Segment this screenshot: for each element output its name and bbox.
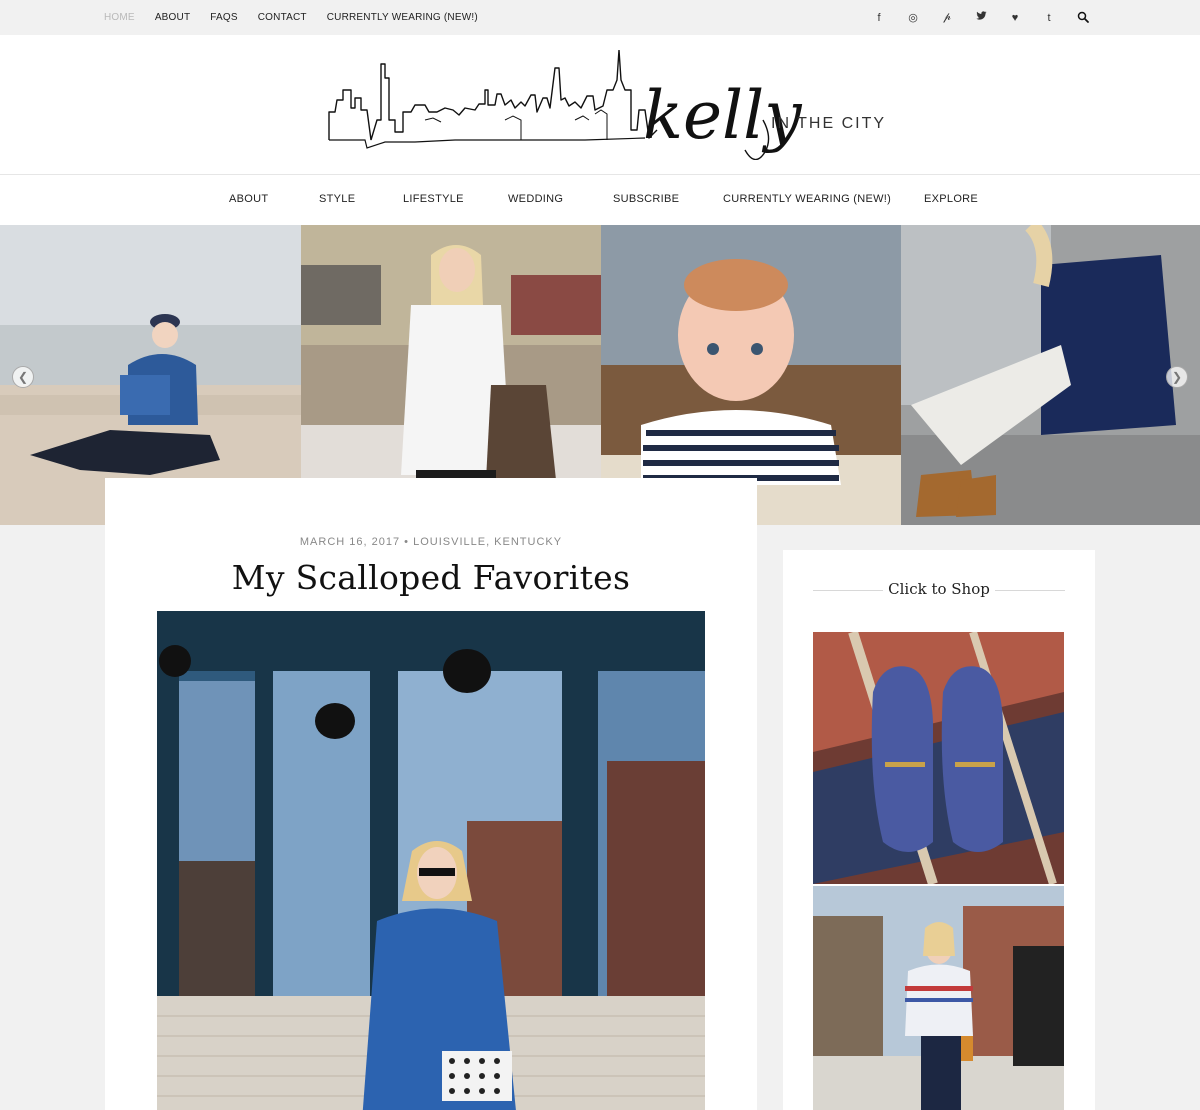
main-nav: ABOUT STYLE LIFESTYLE WEDDING SUBSCRIBE … [0,175,1200,225]
post-meta: MARCH 16, 2017 • LOUISVILLE, KENTUCKY [105,536,757,548]
pinterest-icon[interactable]: 𝓅 [940,11,954,24]
bloglovin-heart-icon[interactable]: ♥ [1008,12,1022,24]
nav-item-explore[interactable]: EXPLORE [924,193,978,205]
meta-separator: • [404,536,410,548]
slide-navy-top-photo[interactable] [901,225,1200,525]
top-link-faqs[interactable]: FAQS [210,12,237,23]
nav-item-wedding[interactable]: WEDDING [508,193,563,205]
top-link-about[interactable]: ABOUT [155,12,190,23]
tumblr-icon[interactable]: t [1042,12,1056,24]
nav-item-about[interactable]: ABOUT [229,193,268,205]
post-location[interactable]: LOUISVILLE, KENTUCKY [413,536,562,548]
title-divider-right [995,590,1065,591]
site-logo[interactable]: kelly IN THE CITY [325,49,885,161]
site-header: kelly IN THE CITY [0,35,1200,175]
search-icon[interactable] [1076,10,1090,26]
post-date[interactable]: MARCH 16, 2017 [300,536,400,548]
top-link-currently-wearing[interactable]: CURRENTLY WEARING (NEW!) [327,12,478,23]
nav-item-currently-wearing[interactable]: CURRENTLY WEARING (NEW!) [723,193,891,205]
widget-title: Click to Shop [888,580,990,598]
post-title[interactable]: My Scalloped Favorites [105,558,757,597]
post-card: MARCH 16, 2017 • LOUISVILLE, KENTUCKY My… [105,478,757,1110]
top-links: HOME ABOUT FAQS CONTACT CURRENTLY WEARIN… [104,0,498,35]
shop-item-sweater[interactable] [813,886,1064,1110]
post-featured-image[interactable] [157,611,705,1110]
logo-tagline: IN THE CITY [771,115,885,132]
sidebar-shop-widget: Click to Shop [783,550,1095,1110]
instagram-icon[interactable]: ◎ [906,11,920,24]
social-icons: f ◎ 𝓅 ♥ t [872,0,1090,35]
nav-item-lifestyle[interactable]: LIFESTYLE [403,193,464,205]
chevron-right-icon[interactable]: ❯ [1166,366,1188,388]
nav-item-style[interactable]: STYLE [319,193,355,205]
top-link-contact[interactable]: CONTACT [258,12,307,23]
top-link-home[interactable]: HOME [104,12,135,23]
facebook-icon[interactable]: f [872,12,886,24]
chevron-left-icon[interactable]: ❮ [12,366,34,388]
shop-item-loafers[interactable] [813,632,1064,884]
nav-item-subscribe[interactable]: SUBSCRIBE [613,193,679,205]
top-utility-bar: HOME ABOUT FAQS CONTACT CURRENTLY WEARIN… [0,0,1200,35]
twitter-icon[interactable] [974,11,988,24]
